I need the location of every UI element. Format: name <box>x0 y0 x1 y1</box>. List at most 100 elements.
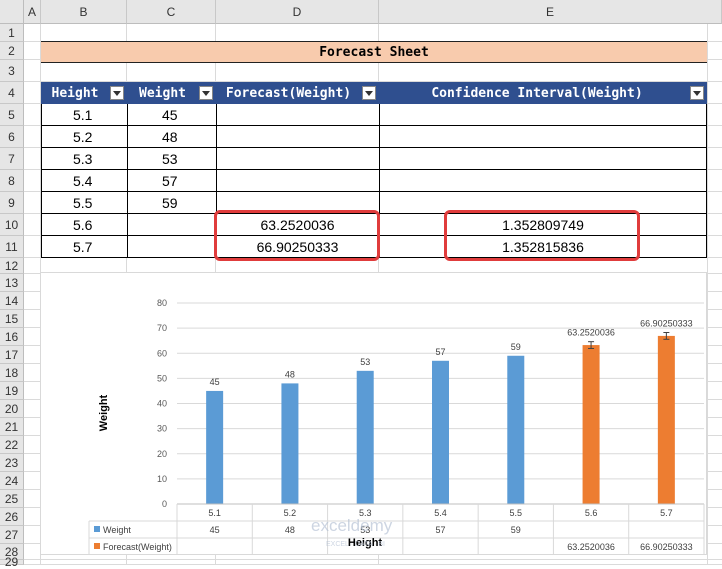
y-tick-label: 20 <box>157 449 167 459</box>
table-cell[interactable]: 53 <box>127 148 216 170</box>
table-cell[interactable]: 59 <box>127 192 216 214</box>
column-header-e[interactable]: E <box>379 0 722 24</box>
row-header-13[interactable]: 13 <box>0 274 24 292</box>
data-table-value: 66.90250333 <box>640 542 693 552</box>
table-cell[interactable]: 5.2 <box>41 126 127 148</box>
table-cell[interactable]: 5.7 <box>41 236 127 258</box>
table-cell[interactable]: 5.1 <box>41 104 127 126</box>
forecast-chart[interactable]: 0 10 20 30 40 50 60 70 80 Weight 45 48 53 57 59 63.2520… <box>40 272 707 556</box>
table-cell[interactable] <box>379 148 707 170</box>
y-tick-label: 60 <box>157 348 167 358</box>
row-header-26[interactable]: 26 <box>0 508 24 526</box>
data-label: 53 <box>360 357 370 367</box>
row-header-10[interactable]: 10 <box>0 214 24 236</box>
filter-dropdown-icon[interactable] <box>110 86 124 100</box>
filter-dropdown-icon[interactable] <box>690 86 704 100</box>
data-table-value: 63.2520036 <box>567 542 615 552</box>
select-all-corner[interactable] <box>0 0 24 24</box>
header-weight[interactable]: Weight <box>127 82 216 104</box>
column-header-d[interactable]: D <box>216 0 379 24</box>
column-header-c[interactable]: C <box>127 0 216 24</box>
row-header-3[interactable]: 3 <box>0 60 24 82</box>
row-header-7[interactable]: 7 <box>0 148 24 170</box>
row-header-8[interactable]: 8 <box>0 170 24 192</box>
y-tick-label: 80 <box>157 298 167 308</box>
y-axis-title: Weight <box>98 394 110 431</box>
table-cell[interactable] <box>216 126 379 148</box>
row-header-18[interactable]: 18 <box>0 364 24 382</box>
header-forecast-weight[interactable]: Forecast(Weight) <box>216 82 379 104</box>
table-cell[interactable] <box>127 214 216 236</box>
row-header-20[interactable]: 20 <box>0 400 24 418</box>
bar-weight <box>356 370 374 504</box>
chart-svg: 0 10 20 30 40 50 60 70 80 Weight 45 48 53 57 59 63.2520… <box>88 298 705 556</box>
y-tick-label: 10 <box>157 474 167 484</box>
y-tick-label: 0 <box>162 499 167 509</box>
table-cell[interactable] <box>216 148 379 170</box>
row-header-24[interactable]: 24 <box>0 472 24 490</box>
table-cell[interactable] <box>379 170 707 192</box>
table-cell[interactable] <box>127 236 216 258</box>
row-header-15[interactable]: 15 <box>0 310 24 328</box>
table-cell[interactable] <box>216 104 379 126</box>
header-forecast-label: Forecast(Weight) <box>225 85 352 101</box>
row-header-5[interactable]: 5 <box>0 104 24 126</box>
row-header-22[interactable]: 22 <box>0 436 24 454</box>
legend-label: Forecast(Weight) <box>103 542 172 552</box>
data-table-value: 45 <box>210 525 220 535</box>
filter-dropdown-icon[interactable] <box>362 86 376 100</box>
y-tick-label: 30 <box>157 424 167 434</box>
column-header-a[interactable]: A <box>24 0 41 24</box>
header-confidence-interval[interactable]: Confidence Interval(Weight) <box>379 82 707 104</box>
row-header-25[interactable]: 25 <box>0 490 24 508</box>
bar-forecast <box>582 345 600 504</box>
bar-weight <box>281 383 299 504</box>
row-header-6[interactable]: 6 <box>0 126 24 148</box>
header-height[interactable]: Height <box>41 82 127 104</box>
table-cell[interactable] <box>379 126 707 148</box>
forecast-highlight-box <box>214 210 380 261</box>
row-header-9[interactable]: 9 <box>0 192 24 214</box>
data-label: 48 <box>285 369 295 379</box>
row-header-14[interactable]: 14 <box>0 292 24 310</box>
table-cell[interactable] <box>216 170 379 192</box>
row-header-27[interactable]: 27 <box>0 526 24 544</box>
row-header-4[interactable]: 4 <box>0 82 24 104</box>
row-header-1[interactable]: 1 <box>0 24 24 42</box>
data-label: 66.90250333 <box>640 319 693 329</box>
y-tick-label: 40 <box>157 399 167 409</box>
x-tick-label: 5.2 <box>284 508 297 518</box>
table-cell[interactable]: 5.3 <box>41 148 127 170</box>
bar-forecast <box>657 335 675 504</box>
data-label: 57 <box>435 347 445 357</box>
row-header-11[interactable]: 11 <box>0 236 24 258</box>
row-header-16[interactable]: 16 <box>0 328 24 346</box>
table-cell[interactable]: 57 <box>127 170 216 192</box>
data-label: 45 <box>210 377 220 387</box>
table-cell[interactable]: 45 <box>127 104 216 126</box>
table-cell[interactable]: 5.5 <box>41 192 127 214</box>
watermark-tagline: EXCEL · DATA · BI <box>326 541 385 548</box>
legend-label: Weight <box>103 525 131 535</box>
forecast-sheet-title: Forecast Sheet <box>41 41 707 63</box>
header-height-label: Height <box>51 85 99 101</box>
row-header-2[interactable]: 2 <box>0 42 24 60</box>
row-header-23[interactable]: 23 <box>0 454 24 472</box>
data-table-value: 59 <box>511 525 521 535</box>
header-weight-label: Weight <box>139 85 186 101</box>
data-label: 63.2520036 <box>567 328 615 338</box>
table-cell[interactable]: 48 <box>127 126 216 148</box>
y-tick-label: 50 <box>157 373 167 383</box>
filter-dropdown-icon[interactable] <box>199 86 213 100</box>
row-header-29[interactable]: 29 <box>0 555 24 569</box>
row-header-19[interactable]: 19 <box>0 382 24 400</box>
table-cell[interactable]: 5.6 <box>41 214 127 236</box>
watermark-logo: exceldemy <box>311 516 393 535</box>
row-header-12[interactable]: 12 <box>0 258 24 274</box>
legend-key-forecast <box>94 543 100 549</box>
table-cell[interactable]: 5.4 <box>41 170 127 192</box>
row-header-17[interactable]: 17 <box>0 346 24 364</box>
row-header-21[interactable]: 21 <box>0 418 24 436</box>
table-cell[interactable] <box>379 104 707 126</box>
column-header-b[interactable]: B <box>41 0 127 24</box>
